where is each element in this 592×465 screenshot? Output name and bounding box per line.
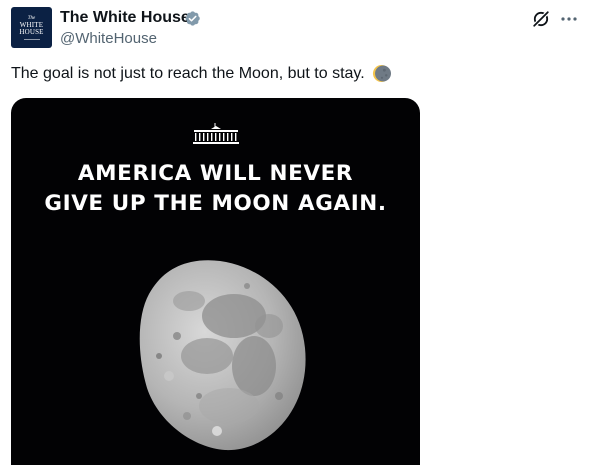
avatar[interactable]: The WHITE HOUSE [11, 7, 52, 48]
moon-image [139, 260, 306, 451]
white-house-logo-icon [193, 123, 239, 144]
author-display-name[interactable]: The White House [60, 9, 190, 27]
image-headline: AMERICA WILL NEVER GIVE UP THE MOON AGAI… [11, 159, 420, 219]
tweet-text-row: The goal is not just to reach the Moon, … [11, 64, 391, 83]
avatar-divider [23, 38, 40, 40]
grok-icon[interactable] [531, 9, 551, 29]
author-handle[interactable]: @WhiteHouse [60, 30, 157, 47]
verified-badge-icon [185, 11, 200, 26]
more-options-icon[interactable] [559, 9, 579, 29]
image-headline-line-1: AMERICA WILL NEVER [77, 161, 354, 186]
image-headline-line-2: GIVE UP THE MOON AGAIN. [44, 191, 387, 216]
avatar-text-the: The [27, 15, 36, 21]
tweet-image[interactable]: AMERICA WILL NEVER GIVE UP THE MOON AGAI… [11, 98, 420, 465]
waning-crescent-moon-icon [372, 64, 391, 83]
avatar-text-house: HOUSE [19, 27, 44, 36]
tweet-text: The goal is not just to reach the Moon, … [11, 64, 365, 82]
tweet[interactable]: The WHITE HOUSE The White House @WhiteHo… [0, 0, 592, 465]
